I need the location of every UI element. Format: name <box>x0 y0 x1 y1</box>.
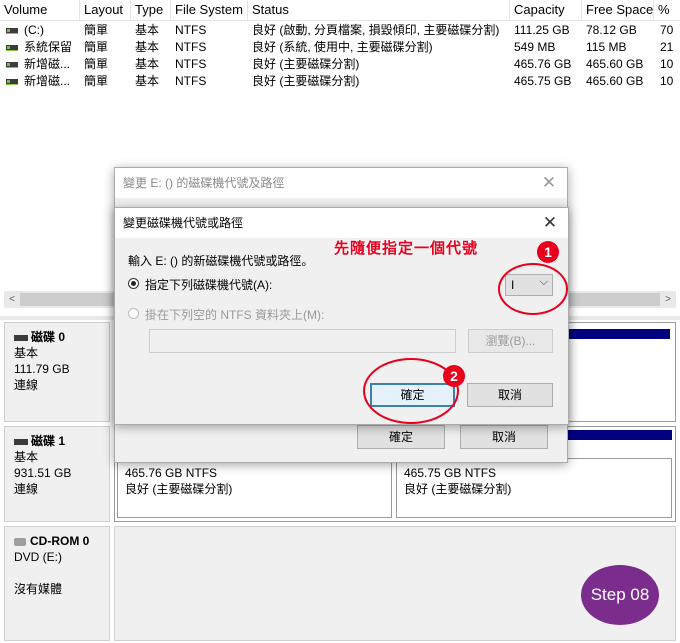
disk-icon <box>14 334 28 341</box>
volume-file-system: NTFS <box>175 74 207 88</box>
disk-status: 連線 <box>14 482 39 496</box>
dialog-title: 變更磁碟機代號或路徑 <box>115 208 568 238</box>
partition-size: 465.75 GB NTFS <box>404 466 497 480</box>
partition-status: 良好 (主要磁碟分割) <box>125 482 233 496</box>
volume-status: 良好 (啟動, 分頁檔案, 損毀傾印, 主要磁碟分割) <box>252 23 500 37</box>
mount-folder-radio[interactable] <box>128 308 139 319</box>
close-icon[interactable]: ✕ <box>539 168 559 198</box>
volume-name: 系統保留 <box>24 40 73 54</box>
annotation-circle-2 <box>363 358 459 424</box>
column-header-type[interactable]: Type <box>131 0 171 20</box>
table-row[interactable]: 新增磁... 簡單 基本 NTFS 良好 (主要磁碟分割) 465.75 GB … <box>0 73 680 90</box>
annotation-circle-1 <box>498 263 568 315</box>
scroll-right-arrow-icon[interactable]: > <box>660 291 676 308</box>
folder-path-input[interactable] <box>149 329 456 353</box>
volume-percent: 10 <box>660 57 674 71</box>
column-header-layout[interactable]: Layout <box>80 0 131 20</box>
volume-type: 基本 <box>135 23 160 37</box>
disk-name: 磁碟 0 <box>31 330 66 344</box>
disk-type: DVD (E:) <box>14 550 62 564</box>
volume-file-system: NTFS <box>175 23 207 37</box>
disk-icon <box>14 438 28 445</box>
mount-folder-label: 掛在下列空的 NTFS 資料夾上(M): <box>145 308 325 322</box>
partition-size: 465.76 GB NTFS <box>125 466 218 480</box>
annotation-badge-2: 2 <box>443 365 465 387</box>
volume-status: 良好 (主要磁碟分割) <box>252 74 360 88</box>
partition-bar <box>565 329 670 339</box>
disk-name: 磁碟 1 <box>31 434 66 448</box>
browse-button[interactable]: 瀏覽(B)... <box>468 329 553 353</box>
volume-name: 新增磁... <box>24 74 71 88</box>
disk-type: 基本 <box>14 346 39 360</box>
column-header-free-space[interactable]: Free Space <box>582 0 654 20</box>
partition-status: 良好 (主要磁碟分割) <box>404 482 512 496</box>
close-icon[interactable]: ✕ <box>540 208 560 238</box>
column-header-volume[interactable]: Volume <box>0 0 80 20</box>
dialog-prompt: 輸入 E: () 的新磁碟機代號或路徑。 <box>128 254 314 268</box>
dialog-title: 變更 E: () 的磁碟機代號及路徑 <box>115 168 567 198</box>
volume-name: (C:) <box>24 23 44 37</box>
volume-capacity: 465.76 GB <box>514 57 572 71</box>
volume-layout: 簡單 <box>84 57 109 71</box>
volume-free-space: 78.12 GB <box>586 23 637 37</box>
step-badge: Step 08 <box>581 565 659 625</box>
volume-percent: 21 <box>660 40 674 54</box>
disk-status: 沒有媒體 <box>14 582 63 596</box>
annotation-note: 先隨便指定一個代號 <box>334 240 479 257</box>
volume-percent: 70 <box>660 23 674 37</box>
volume-file-system: NTFS <box>175 40 207 54</box>
disk-1-label[interactable]: 磁碟 1 基本 931.51 GB 連線 <box>4 426 110 522</box>
volume-percent: 10 <box>660 74 674 88</box>
volume-icon <box>6 28 18 34</box>
table-row[interactable]: (C:) 簡單 基本 NTFS 良好 (啟動, 分頁檔案, 損毀傾印, 主要磁碟… <box>0 22 680 39</box>
assign-letter-radio[interactable] <box>128 278 139 289</box>
disk-0-label[interactable]: 磁碟 0 基本 111.79 GB 連線 <box>4 322 110 422</box>
volume-layout: 簡單 <box>84 74 109 88</box>
partition-d[interactable]: 465.76 GB NTFS 良好 (主要磁碟分割) <box>117 458 392 518</box>
cdrom-icon <box>14 537 26 546</box>
volume-layout: 簡單 <box>84 40 109 54</box>
volume-free-space: 465.60 GB <box>586 57 644 71</box>
disk-name: CD-ROM 0 <box>30 534 90 548</box>
volume-type: 基本 <box>135 74 160 88</box>
volume-icon <box>6 62 18 68</box>
column-header-file-system[interactable]: File System <box>171 0 248 20</box>
disk-status: 連線 <box>14 378 39 392</box>
volume-file-system: NTFS <box>175 57 207 71</box>
disk-size <box>14 565 109 581</box>
cdrom-label[interactable]: CD-ROM 0 DVD (E:) 沒有媒體 <box>4 526 110 641</box>
volume-icon <box>6 79 18 85</box>
volume-capacity: 465.75 GB <box>514 74 572 88</box>
volume-name: 新增磁... <box>24 57 71 71</box>
volume-free-space: 115 MB <box>586 40 627 54</box>
disk-size: 111.79 GB <box>14 362 70 376</box>
volume-capacity: 111.25 GB <box>514 23 570 37</box>
column-header-capacity[interactable]: Capacity <box>510 0 582 20</box>
annotation-badge-1: 1 <box>537 241 559 263</box>
volume-status: 良好 (主要磁碟分割) <box>252 57 360 71</box>
volume-type: 基本 <box>135 40 160 54</box>
volume-capacity: 549 MB <box>514 40 556 54</box>
cancel-button[interactable]: 取消 <box>467 383 553 407</box>
ok-button[interactable]: 確定 <box>357 425 445 449</box>
volume-list-header: Volume Layout Type File System Status Ca… <box>0 0 680 21</box>
table-row[interactable]: 新增磁... 簡單 基本 NTFS 良好 (主要磁碟分割) 465.76 GB … <box>0 56 680 73</box>
partition-e[interactable]: 465.75 GB NTFS 良好 (主要磁碟分割) <box>396 458 672 518</box>
column-header-percent[interactable]: % <box>654 0 680 20</box>
volume-type: 基本 <box>135 57 160 71</box>
table-row[interactable]: 系統保留 簡單 基本 NTFS 良好 (系統, 使用中, 主要磁碟分割) 549… <box>0 39 680 56</box>
column-header-status[interactable]: Status <box>248 0 510 20</box>
volume-free-space: 465.60 GB <box>586 74 644 88</box>
disk-size: 931.51 GB <box>14 466 72 480</box>
scroll-left-arrow-icon[interactable]: < <box>4 291 20 308</box>
assign-letter-label: 指定下列磁碟機代號(A): <box>145 278 273 292</box>
volume-layout: 簡單 <box>84 23 109 37</box>
disk-type: 基本 <box>14 450 39 464</box>
volume-icon <box>6 45 18 51</box>
cancel-button[interactable]: 取消 <box>460 425 548 449</box>
volume-status: 良好 (系統, 使用中, 主要磁碟分割) <box>252 40 433 54</box>
